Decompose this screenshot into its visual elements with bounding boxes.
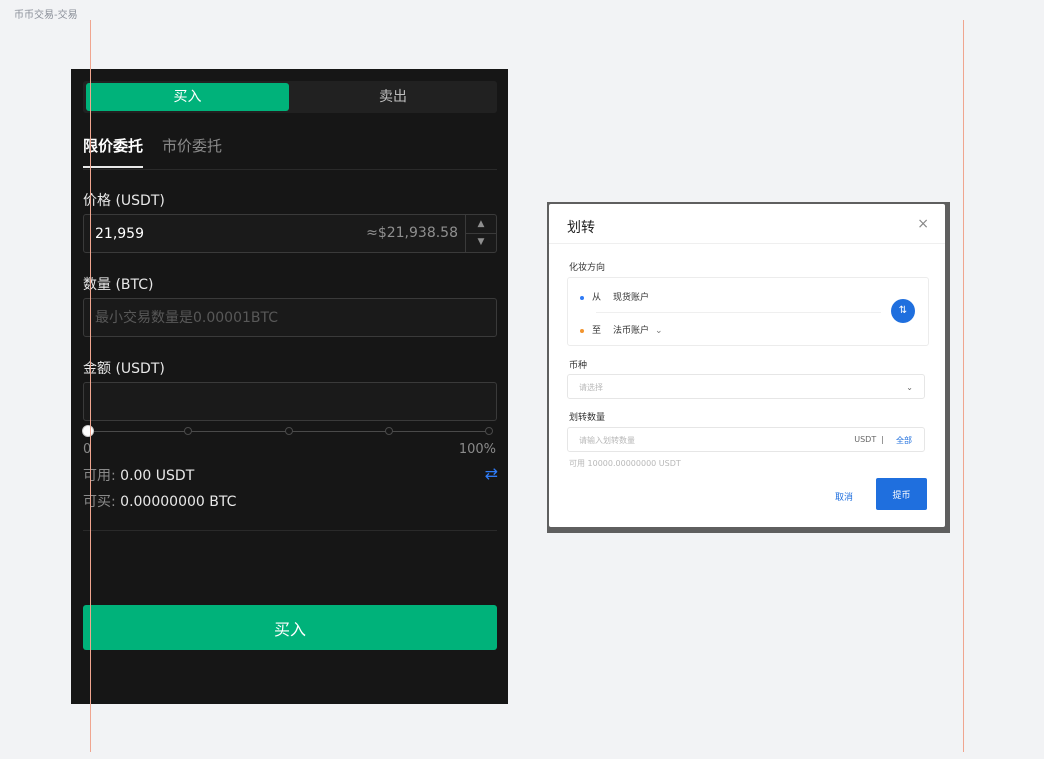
order-type-tabs: 限价委托 市价委托	[83, 135, 497, 170]
cancel-button[interactable]: 取消	[835, 490, 853, 503]
percentage-slider[interactable]	[82, 425, 493, 439]
slider-max-label: 100%	[458, 442, 496, 457]
currency-placeholder: 请选择	[579, 383, 603, 392]
price-field: ≈$21,938.58 ▲ ▼	[83, 214, 497, 253]
available-key: 可用:	[83, 468, 116, 484]
chevron-down-icon: ⌄	[655, 326, 663, 336]
swap-arrows-icon[interactable]: ⇄	[485, 464, 498, 483]
slider-node-100[interactable]	[485, 427, 493, 435]
total-label: 金额 (USDT)	[83, 361, 165, 377]
quantity-input[interactable]	[568, 428, 831, 453]
guide-line-left	[90, 20, 91, 752]
to-account: 法币账户	[613, 326, 650, 336]
page-label: 币币交易-交易	[14, 10, 78, 21]
from-account-row: 从 现货账户	[580, 290, 649, 303]
buyable-amount: 可买: 0.00000000 BTC	[83, 491, 236, 511]
slider-node-75[interactable]	[385, 427, 393, 435]
available-value: 0.00 USDT	[115, 468, 195, 484]
buyable-value: 0.00000000 BTC	[115, 494, 237, 510]
direction-label: 化妆方向	[569, 263, 606, 273]
buyable-key: 可买:	[83, 494, 116, 510]
transfer-modal: 划转 × 化妆方向 从 现货账户 至 法币账户 ⌄ ⇅ 币种 请选择 ⌄ 划转数量 U…	[549, 204, 945, 527]
price-label: 价格 (USDT)	[83, 193, 165, 209]
from-prefix: 从	[592, 293, 602, 303]
swap-direction-button[interactable]: ⇅	[891, 299, 915, 323]
price-stepper: ▲ ▼	[465, 215, 496, 252]
slider-node-50[interactable]	[285, 427, 293, 435]
guide-line-right	[963, 20, 964, 752]
close-icon[interactable]: ×	[917, 216, 929, 232]
tab-sell[interactable]: 卖出	[292, 83, 494, 111]
slider-node-25[interactable]	[184, 427, 192, 435]
currency-select[interactable]: 请选择 ⌄	[567, 374, 925, 399]
price-decrement-button[interactable]: ▼	[466, 233, 496, 251]
transfer-modal-frame: 划转 × 化妆方向 从 现货账户 至 法币账户 ⌄ ⇅ 币种 请选择 ⌄ 划转数量 U…	[547, 202, 950, 533]
from-account: 现货账户	[613, 293, 650, 303]
from-dot-icon	[580, 295, 584, 300]
price-approx: ≈$21,938.58	[366, 225, 458, 241]
tab-limit-order[interactable]: 限价委托	[83, 135, 143, 156]
available-text: 可用 10000.00000000 USDT	[569, 459, 681, 468]
confirm-button[interactable]: 提币	[876, 478, 927, 510]
total-field	[83, 382, 497, 421]
buy-submit-button[interactable]: 买入	[83, 605, 497, 650]
total-input[interactable]	[84, 383, 496, 420]
available-balance: 可用: 0.00 USDT	[83, 465, 194, 485]
direction-divider	[596, 312, 881, 313]
tab-market-order[interactable]: 市价委托	[162, 135, 222, 156]
to-dot-icon	[580, 328, 584, 333]
modal-header-divider	[549, 243, 945, 244]
to-prefix: 至	[592, 326, 602, 336]
chevron-down-icon: ⌄	[906, 383, 913, 392]
transfer-direction-box: 从 现货账户 至 法币账户 ⌄ ⇅	[567, 277, 929, 346]
quantity-field: USDT | 全部	[567, 427, 925, 453]
active-tab-underline	[83, 166, 143, 168]
price-increment-button[interactable]: ▲	[466, 215, 496, 234]
quantity-separator: |	[881, 435, 884, 444]
to-account-select[interactable]: 至 法币账户 ⌄	[580, 323, 663, 336]
amount-label: 数量 (BTC)	[83, 277, 154, 293]
all-button[interactable]: 全部	[896, 435, 912, 446]
modal-title: 划转	[567, 220, 595, 236]
panel-divider	[83, 530, 497, 531]
trade-panel: 买入 卖出 限价委托 市价委托 价格 (USDT) ≈$21,938.58 ▲ …	[71, 69, 508, 704]
slider-thumb[interactable]	[82, 425, 94, 437]
quantity-unit: USDT |	[854, 435, 884, 444]
currency-label: 币种	[569, 361, 588, 371]
quantity-label: 划转数量	[569, 413, 606, 423]
amount-input[interactable]	[84, 299, 496, 336]
quantity-unit-text: USDT	[854, 435, 877, 444]
amount-field	[83, 298, 497, 337]
tab-buy[interactable]: 买入	[86, 83, 289, 111]
side-switch: 买入 卖出	[83, 81, 497, 113]
